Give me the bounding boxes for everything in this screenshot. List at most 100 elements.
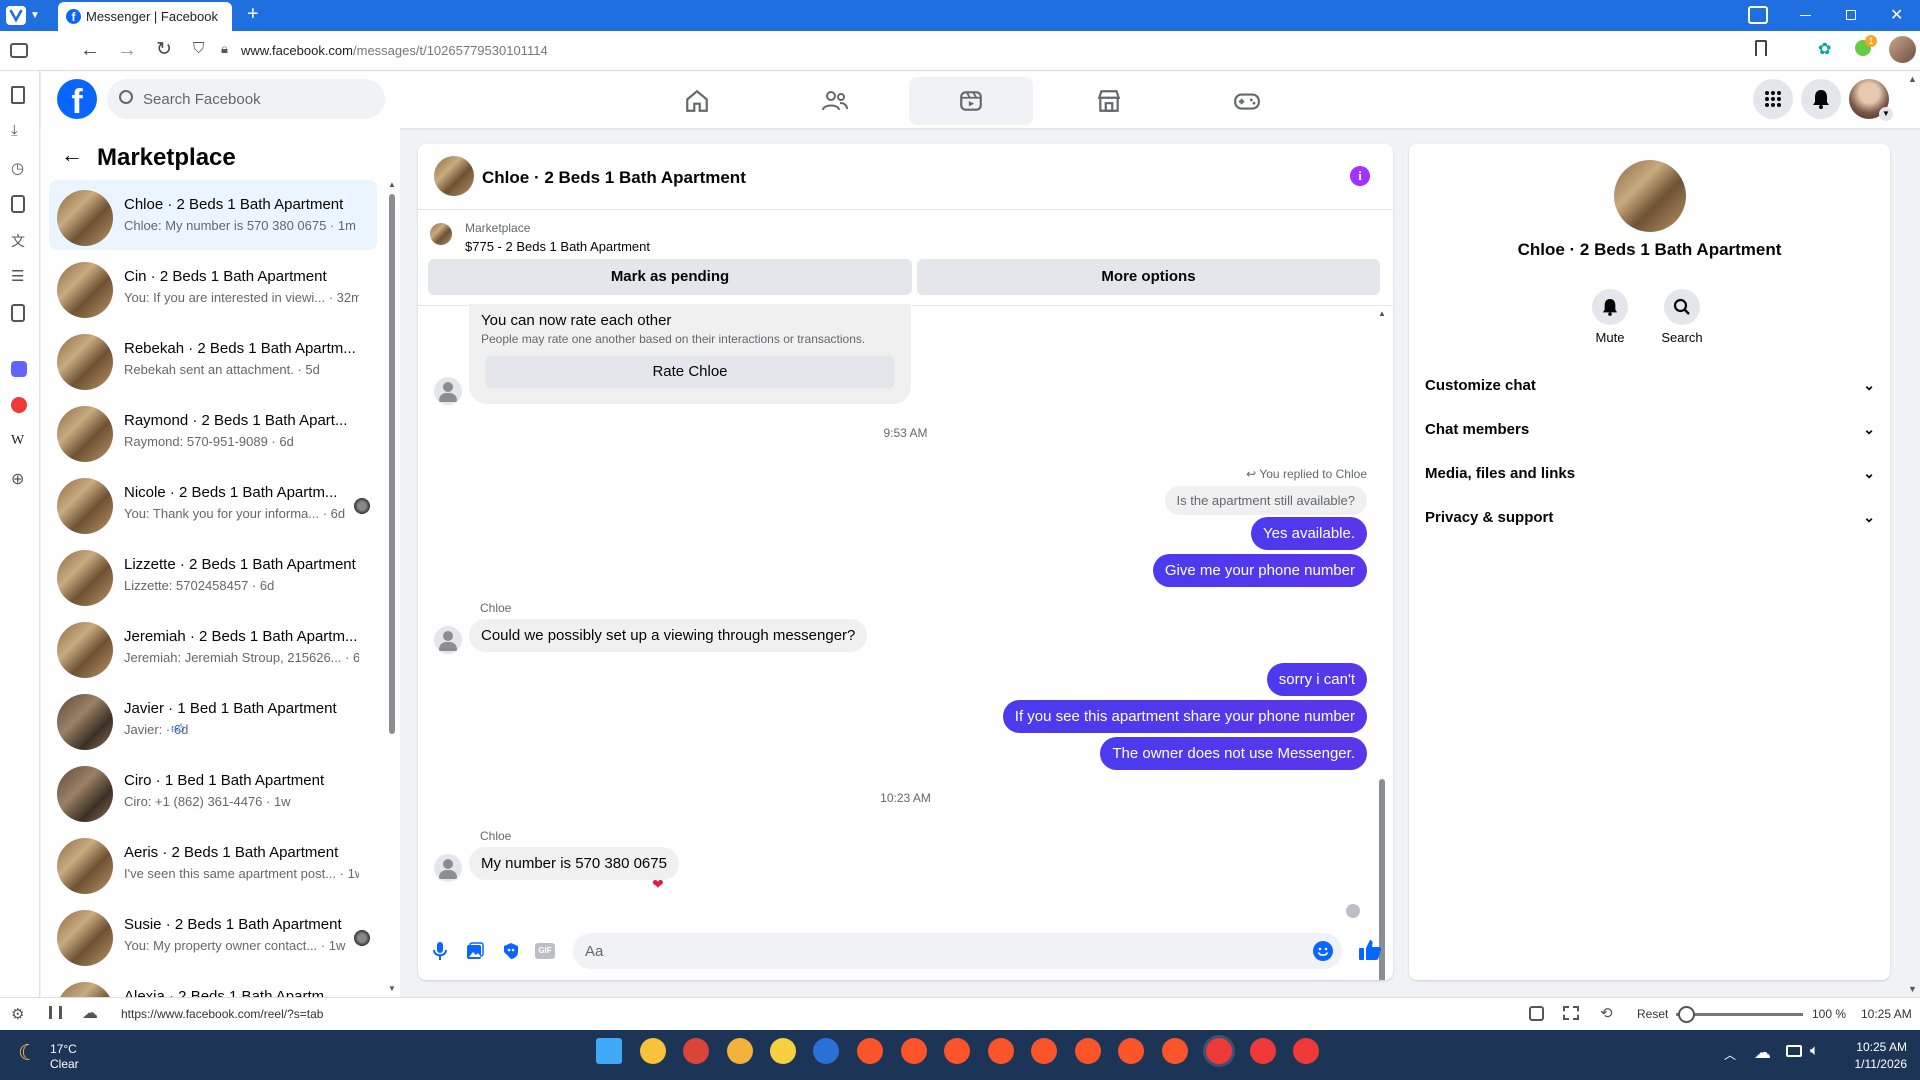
nav-home[interactable]	[635, 77, 759, 125]
gif-icon[interactable]: GIF	[535, 943, 555, 959]
incoming-message[interactable]: Could we possibly set up a viewing throu…	[469, 619, 868, 652]
taskbar-clock[interactable]: 10:25 AM	[1847, 1040, 1907, 1054]
vivaldi-web-panel-icon[interactable]	[11, 397, 27, 413]
vivaldi-icon[interactable]	[1293, 1038, 1319, 1064]
heart-reaction-icon[interactable]: ❤	[652, 876, 664, 893]
conversation-item-aeris[interactable]: Aeris · 2 Beds 1 Bath Apartment I've seen…	[49, 828, 377, 898]
weather-moon-icon[interactable]: ☾	[18, 1040, 38, 1066]
onedrive-icon[interactable]: ☁	[1754, 1043, 1771, 1063]
sync-icon[interactable]: ☁	[82, 1003, 98, 1023]
chat-scrollbar[interactable]: ▲ ▼	[1378, 309, 1386, 980]
reading-list-icon[interactable]: ☰	[11, 267, 29, 285]
app-icon[interactable]	[770, 1038, 796, 1064]
nav-friends[interactable]	[773, 77, 897, 125]
downloads-icon[interactable]: ⤓	[11, 122, 29, 140]
bookmark-icon[interactable]	[1755, 40, 1767, 56]
back-arrow-icon[interactable]: ←	[61, 142, 83, 168]
chevron-down-icon[interactable]: ▼	[30, 10, 40, 21]
customize-chat-section[interactable]: Customize chat ⌄	[1425, 365, 1875, 405]
info-avatar[interactable]	[1614, 160, 1686, 232]
page-scroll-up-icon[interactable]: ▲	[1908, 74, 1917, 84]
nav-marketplace[interactable]	[1047, 77, 1171, 125]
history-icon[interactable]: ◷	[11, 159, 29, 177]
listing-thumbnail[interactable]	[430, 223, 452, 245]
taskbar-date[interactable]: 1/11/2026	[1837, 1057, 1908, 1071]
outgoing-message[interactable]: If you see this apartment share your pho…	[1002, 700, 1367, 733]
reload-icon[interactable]: ↻	[156, 38, 172, 61]
vivaldi-icon[interactable]	[1206, 1038, 1232, 1064]
bookmarks-panel-icon[interactable]	[11, 86, 25, 104]
notifications-button[interactable]	[1801, 79, 1841, 119]
profile-avatar-icon[interactable]	[1889, 36, 1916, 63]
photo-icon[interactable]	[466, 942, 484, 960]
file-explorer-icon[interactable]	[640, 1038, 666, 1064]
brave-icon[interactable]	[944, 1038, 970, 1064]
sender-avatar[interactable]	[434, 626, 462, 654]
nav-video[interactable]	[909, 77, 1033, 125]
zoom-slider[interactable]	[1676, 1006, 1803, 1023]
conversation-item-javier[interactable]: Javier · 1 Bed 1 Bath Apartment Javier: ·…	[49, 684, 377, 754]
page-tiling-icon[interactable]	[1563, 1006, 1579, 1020]
sender-avatar[interactable]	[434, 854, 462, 882]
chat-header-avatar[interactable]	[434, 156, 474, 196]
mute-button[interactable]	[1592, 289, 1628, 325]
settings-icon[interactable]: ⚙	[11, 1005, 24, 1023]
facebook-logo[interactable]: f	[57, 79, 97, 119]
menu-grid-button[interactable]	[1753, 79, 1793, 119]
wikipedia-icon[interactable]: W	[11, 433, 29, 451]
page-scroll-down-icon[interactable]: ▼	[1908, 984, 1917, 994]
forward-icon[interactable]: →	[117, 39, 137, 62]
scroll-up-icon[interactable]: ▲	[388, 180, 396, 189]
privacy-support-section[interactable]: Privacy & support ⌄	[1425, 497, 1875, 537]
chrome-canary-icon[interactable]	[727, 1038, 753, 1064]
chat-members-section[interactable]: Chat members ⌄	[1425, 409, 1875, 449]
brave-icon[interactable]	[901, 1038, 927, 1064]
conversation-item-susie[interactable]: Susie · 2 Beds 1 Bath Apartment You: My p…	[49, 900, 377, 970]
vivaldi-icon[interactable]	[1250, 1038, 1276, 1064]
capture-icon[interactable]	[1529, 1006, 1544, 1021]
minimize-icon[interactable]	[1800, 15, 1811, 16]
brave-icon[interactable]	[1075, 1038, 1101, 1064]
listing-desc[interactable]: $775 - 2 Beds 1 Bath Apartment	[465, 239, 650, 254]
brave-icon[interactable]	[988, 1038, 1014, 1064]
chrome-icon[interactable]	[683, 1038, 709, 1064]
conversation-item-chloe[interactable]: Chloe · 2 Beds 1 Bath Apartment Chloe: My…	[49, 180, 377, 250]
network-icon[interactable]	[1786, 1045, 1802, 1057]
mark-as-pending-button[interactable]: Mark as pending	[428, 259, 912, 295]
translate-icon[interactable]: 文	[11, 231, 29, 249]
chat-title[interactable]: Chloe · 2 Beds 1 Bath Apartment	[482, 168, 746, 188]
outgoing-message[interactable]: The owner does not use Messenger.	[1100, 737, 1367, 770]
page-actions-icon[interactable]: ⟲	[1600, 1004, 1613, 1022]
conversation-item-jeremiah[interactable]: Jeremiah · 2 Beds 1 Bath Apartm... Jeremi…	[49, 612, 377, 682]
add-panel-icon[interactable]: ⊕	[11, 469, 29, 488]
url-field[interactable]: www.facebook.com/messages/t/102657795301…	[241, 43, 548, 58]
back-icon[interactable]: ←	[80, 39, 100, 62]
conversation-item-ciro[interactable]: Ciro · 1 Bed 1 Bath Apartment Ciro: +1 (8…	[49, 756, 377, 826]
mail-icon[interactable]	[1748, 6, 1768, 24]
scroll-thumb[interactable]	[389, 194, 395, 734]
restore-icon[interactable]	[1846, 10, 1856, 20]
nav-gaming[interactable]	[1185, 77, 1309, 125]
conversation-item-rebekah[interactable]: Rebekah · 2 Beds 1 Bath Apartm... Rebekah…	[49, 324, 377, 394]
like-icon[interactable]	[1358, 939, 1382, 961]
calendar-icon[interactable]	[11, 304, 25, 322]
start-icon[interactable]	[596, 1038, 622, 1064]
message-input[interactable]: Aa	[573, 933, 1342, 969]
browser-tab-active[interactable]: f Messenger | Facebook	[58, 2, 232, 31]
outgoing-message[interactable]: Give me your phone number	[1152, 554, 1367, 587]
more-options-button[interactable]: More options	[917, 259, 1380, 295]
sticker-icon[interactable]	[502, 942, 520, 960]
extension-icon[interactable]: ✿	[1818, 39, 1831, 59]
conversation-item-raymond[interactable]: Raymond · 2 Beds 1 Bath Apart... Raymond:…	[49, 396, 377, 466]
quoted-message[interactable]: Is the apartment still available?	[1164, 486, 1367, 515]
incoming-message[interactable]: My number is 570 380 0675	[469, 847, 679, 880]
brave-icon[interactable]	[1162, 1038, 1188, 1064]
notes-icon[interactable]	[11, 195, 25, 213]
conversation-item-cin[interactable]: Cin · 2 Beds 1 Bath Apartment You: If you…	[49, 252, 377, 322]
shield-icon[interactable]: ⛉	[193, 40, 204, 57]
conversation-item-lizzette[interactable]: Lizzette · 2 Beds 1 Bath Apartment Lizzet…	[49, 540, 377, 610]
outgoing-message[interactable]: sorry i can't	[1266, 663, 1367, 696]
sender-avatar[interactable]	[434, 377, 462, 405]
tiling-icon[interactable]	[49, 1006, 62, 1019]
zoom-slider-thumb[interactable]	[1678, 1006, 1695, 1023]
